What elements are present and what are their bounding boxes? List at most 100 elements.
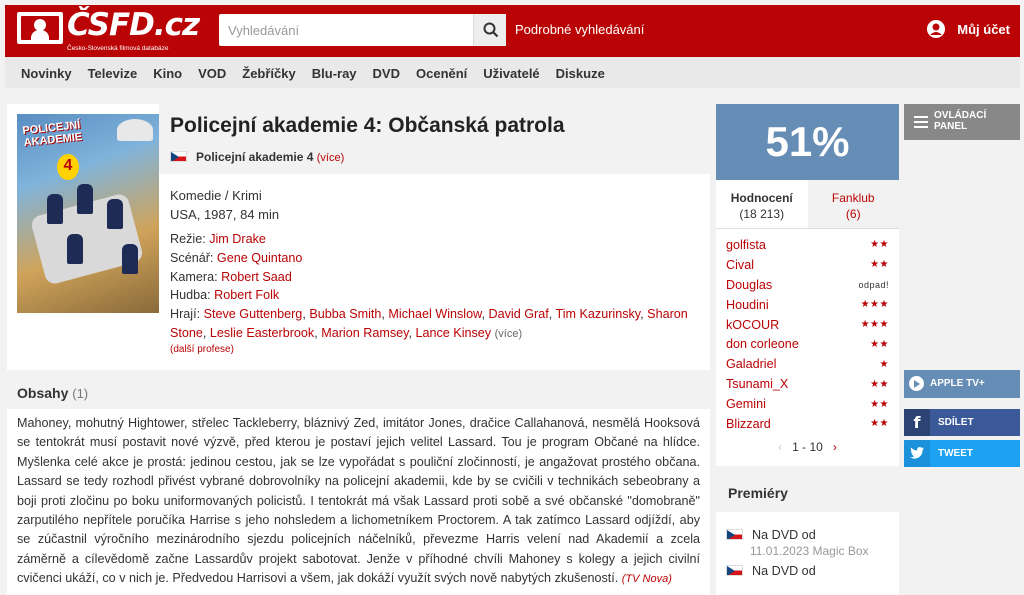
user-link[interactable]: Blizzard xyxy=(726,417,771,431)
film-reel-icon xyxy=(17,12,63,44)
rating-stars: ★★ xyxy=(870,418,889,430)
poster-number-text: 4 xyxy=(63,157,73,174)
premiere-item: Na DVD od xyxy=(716,564,899,578)
alt-title-more-link[interactable]: (více) xyxy=(317,152,345,164)
search-button[interactable] xyxy=(473,14,506,46)
site-logo[interactable]: ČSFD.cz Česko-Slovenská filmová databáze xyxy=(17,7,200,53)
list-item: Douglas odpad! xyxy=(726,275,889,295)
tab-fanclub[interactable]: Fanklub (6) xyxy=(807,180,899,228)
account-button[interactable]: Můj účet xyxy=(927,20,1010,38)
premieres-heading: Premiéry xyxy=(716,474,899,512)
music-label: Hudba: xyxy=(170,288,211,303)
cast-link[interactable]: Bubba Smith xyxy=(309,307,381,321)
cast-link[interactable]: Marion Ramsey xyxy=(321,326,408,340)
nav-item-novinky[interactable]: Novinky xyxy=(21,57,80,81)
search-icon xyxy=(483,22,499,38)
nav-item-bluray[interactable]: Blu-ray xyxy=(304,57,365,81)
user-link[interactable]: Gemini xyxy=(726,397,766,411)
advanced-search-link[interactable]: Podrobné vyhledávání xyxy=(515,22,644,37)
chevron-right-icon[interactable]: › xyxy=(833,440,837,454)
nav-item-diskuze[interactable]: Diskuze xyxy=(548,57,613,81)
plot-box: Obsahy (1) Mahoney, mohutný Hightower, s… xyxy=(7,377,710,595)
user-link[interactable]: Douglas xyxy=(726,278,772,292)
poster-figure xyxy=(77,184,93,214)
creator-writer: Scénář: Gene Quintano xyxy=(170,249,704,268)
music-link[interactable]: Robert Folk xyxy=(214,288,279,302)
plot-count: (1) xyxy=(72,386,89,401)
cast-link[interactable]: Leslie Easterbrook xyxy=(210,326,314,340)
tab-fanclub-label: Fanklub xyxy=(831,191,875,205)
nav-item-televize[interactable]: Televize xyxy=(80,57,146,81)
chevron-left-icon[interactable]: ‹ xyxy=(778,440,782,454)
creator-music: Hudba: Robert Folk xyxy=(170,286,704,305)
nav-item-vod[interactable]: VOD xyxy=(190,57,234,81)
creator-camera: Kamera: Robert Saad xyxy=(170,268,704,287)
nav-item-uzivatele[interactable]: Uživatelé xyxy=(475,57,547,81)
tweet-button[interactable]: TWEET xyxy=(904,440,1020,467)
cast-link[interactable]: Lance Kinsey xyxy=(415,326,491,340)
account-label: Můj účet xyxy=(957,22,1010,37)
list-item: Houdini ★★★ xyxy=(726,295,889,315)
more-professions-link[interactable]: (další profese) xyxy=(170,344,234,355)
film-poster[interactable]: POLICEJNÍ AKADEMIE 4 xyxy=(17,114,159,313)
nav-item-oceneni[interactable]: Ocenění xyxy=(408,57,475,81)
user-link[interactable]: Tsunami_X xyxy=(726,377,788,391)
writer-link[interactable]: Gene Quintano xyxy=(217,251,302,265)
nav-item-kino[interactable]: Kino xyxy=(145,57,190,81)
nav-item-zebricky[interactable]: Žebříčky xyxy=(234,57,303,81)
film-alt-title: Policejní akademie 4 (více) xyxy=(170,150,344,164)
rating-stars: ★★ xyxy=(870,378,889,390)
poster-bird xyxy=(117,119,153,141)
menu-icon xyxy=(914,116,928,131)
search-input[interactable] xyxy=(219,14,464,46)
premiere-label: Na DVD od xyxy=(752,564,816,578)
creator-cast: Hrají: Steve Guttenberg, Bubba Smith, Mi… xyxy=(170,307,688,340)
camera-label: Kamera: xyxy=(170,269,218,284)
user-ratings-list: golfista ★★ Cival ★★ Douglas odpad! Houdini… xyxy=(716,228,899,434)
cast-more-link[interactable]: (více) xyxy=(495,328,523,340)
poster-number: 4 xyxy=(57,154,79,180)
film-genre: Komedie / Krimi xyxy=(170,188,262,203)
tab-fanclub-count: (6) xyxy=(845,207,861,221)
list-item: Tsunami_X ★★ xyxy=(726,374,889,394)
rating-stars: ★★ xyxy=(870,338,889,350)
apple-tv-button[interactable]: APPLE TV+ xyxy=(904,370,1020,398)
cast-link[interactable]: Tim Kazurinsky xyxy=(556,307,641,321)
share-facebook-button[interactable]: f SDÍLET xyxy=(904,409,1020,436)
rating-stars: odpad! xyxy=(858,279,889,290)
ratings-pager: ‹ 1 - 10 › xyxy=(716,440,899,454)
list-item: don corleone ★★ xyxy=(726,334,889,354)
control-panel-button[interactable]: OVLÁDACÍ PANEL xyxy=(904,104,1020,140)
tweet-label: TWEET xyxy=(938,448,973,459)
nav-item-dvd[interactable]: DVD xyxy=(365,57,408,81)
rating-stars: ★★ xyxy=(870,259,889,271)
user-link[interactable]: Houdini xyxy=(726,298,769,312)
cast-link[interactable]: David Graf xyxy=(489,307,549,321)
premiere-item: Na DVD od 11.01.2023 Magic Box xyxy=(716,528,899,558)
tab-ratings[interactable]: Hodnocení (18 213) xyxy=(716,180,808,228)
rating-percent: 51% xyxy=(716,104,899,180)
poster-figure xyxy=(47,194,63,224)
plot-text: Mahoney, mohutný Hightower, střelec Tack… xyxy=(7,409,710,590)
plot-heading-label: Obsahy xyxy=(17,385,69,401)
user-icon xyxy=(927,20,946,38)
plot-source[interactable]: (TV Nova) xyxy=(622,573,672,585)
user-link[interactable]: Galadriel xyxy=(726,357,776,371)
cast-link[interactable]: Steve Guttenberg xyxy=(204,307,303,321)
user-link[interactable]: don corleone xyxy=(726,337,799,351)
film-creators: Režie: Jim Drake Scénář: Gene Quintano K… xyxy=(170,230,704,344)
user-link[interactable]: golfista xyxy=(726,238,766,252)
cast-link[interactable]: Michael Winslow xyxy=(388,307,481,321)
poster-figure xyxy=(122,244,138,274)
director-label: Režie: xyxy=(170,232,206,246)
share-label: SDÍLET xyxy=(938,417,974,428)
poster-figure xyxy=(107,199,123,229)
camera-link[interactable]: Robert Saad xyxy=(221,270,292,284)
premiere-date: 11.01.2023 Magic Box xyxy=(750,544,869,558)
user-link[interactable]: Cival xyxy=(726,258,754,272)
alt-title-text: Policejní akademie 4 xyxy=(196,150,314,164)
czech-flag-icon xyxy=(726,529,743,540)
film-title: Policejní akademie 4: Občanská patrola xyxy=(170,114,565,137)
user-link[interactable]: kOCOUR xyxy=(726,318,779,332)
director-link[interactable]: Jim Drake xyxy=(209,232,266,246)
